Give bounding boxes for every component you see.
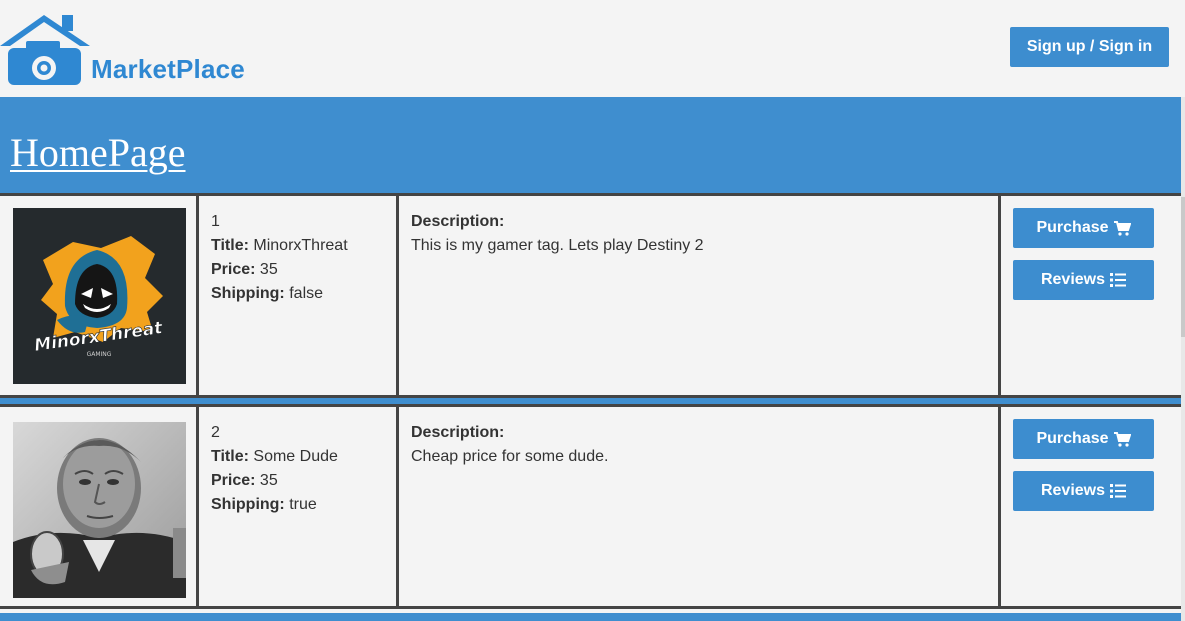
reviews-button[interactable]: Reviews <box>1013 471 1154 511</box>
list-icon <box>1110 484 1127 498</box>
description-label: Description: <box>411 424 505 441</box>
price-label: Price: <box>211 261 256 278</box>
listing-shipping: false <box>289 285 324 302</box>
description-label: Description: <box>411 213 505 230</box>
site-header: MarketPlace Sign up / Sign in <box>0 0 1181 97</box>
listing-title: MinorxThreat <box>253 237 348 254</box>
signin-button[interactable]: Sign up / Sign in <box>1010 27 1169 67</box>
listing-info-cell: 2 Title: Some Dude Price: 35 Shipping: t… <box>199 407 399 606</box>
scrollbar-thumb[interactable] <box>1181 197 1185 337</box>
listing-shipping: true <box>289 496 317 513</box>
title-label: Title: <box>211 448 249 465</box>
listing-price: 35 <box>259 472 278 489</box>
page-title-link[interactable]: HomePage <box>10 129 186 176</box>
listing-title: Some Dude <box>253 448 338 465</box>
row-separator <box>0 613 1181 621</box>
listing-description-cell: Description: Cheap price for some dude. <box>399 407 1001 606</box>
page-banner: HomePage <box>0 97 1181 193</box>
logo-subtext: GAMING <box>87 351 112 358</box>
shopping-cart-icon <box>1113 431 1131 447</box>
listing-id: 2 <box>211 424 220 441</box>
page-scrollbar[interactable] <box>1181 97 1185 621</box>
shipping-label: Shipping: <box>211 285 285 302</box>
marketplace-logo[interactable]: MarketPlace <box>0 12 300 90</box>
listing-id: 1 <box>211 213 220 230</box>
house-camera-icon <box>0 15 90 85</box>
reviews-label: Reviews <box>1040 271 1106 288</box>
title-label: Title: <box>211 237 249 254</box>
purchase-button[interactable]: Purchase <box>1013 419 1154 459</box>
shopping-cart-icon <box>1113 220 1131 236</box>
listing-description: This is my gamer tag. Lets play Destiny … <box>411 237 704 254</box>
list-icon <box>1110 273 1127 287</box>
listing-price: 35 <box>259 261 278 278</box>
price-label: Price: <box>211 472 256 489</box>
brand-name: MarketPlace <box>91 54 245 84</box>
purchase-label: Purchase <box>1036 430 1109 447</box>
reviews-label: Reviews <box>1040 482 1106 499</box>
listing-image-cell: MinorxThreat GAMING <box>0 196 199 395</box>
listing-description-cell: Description: This is my gamer tag. Lets … <box>399 196 1001 395</box>
listing-actions-cell: Purchase Reviews <box>1001 196 1181 395</box>
purchase-button[interactable]: Purchase <box>1013 208 1154 248</box>
listing-row: MinorxThreat GAMING 1 Title: MinorxThrea… <box>0 193 1181 398</box>
portrait-photo-image[interactable] <box>13 422 186 598</box>
shipping-label: Shipping: <box>211 496 285 513</box>
listing-actions-cell: Purchase Reviews <box>1001 407 1181 606</box>
purchase-label: Purchase <box>1036 219 1109 236</box>
listing-row: 2 Title: Some Dude Price: 35 Shipping: t… <box>0 404 1181 609</box>
listing-description: Cheap price for some dude. <box>411 448 609 465</box>
listing-image-cell <box>0 407 199 606</box>
minorxthreat-logo-image[interactable]: MinorxThreat GAMING <box>13 208 186 384</box>
listing-info-cell: 1 Title: MinorxThreat Price: 35 Shipping… <box>199 196 399 395</box>
reviews-button[interactable]: Reviews <box>1013 260 1154 300</box>
